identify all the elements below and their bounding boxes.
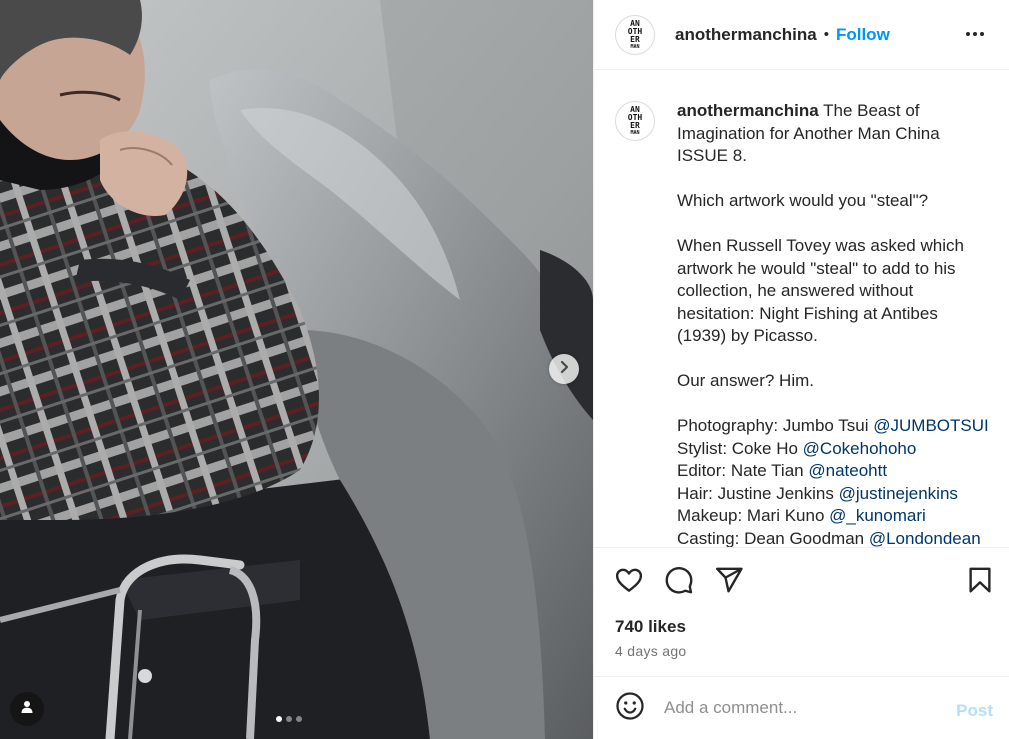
caption-first-line: anothermanchina The Beast of Imagination…: [677, 100, 990, 168]
credit-line: Makeup: Mari Kuno @_kunomari: [677, 505, 990, 528]
mention-link[interactable]: @justinejenkins: [839, 484, 958, 503]
likes-count[interactable]: 740 likes: [615, 617, 686, 637]
mention-link[interactable]: @JUMBOTSUI: [873, 416, 988, 435]
credit-line: Hair: Justine Jenkins @justinejenkins: [677, 483, 990, 506]
more-dot: [966, 32, 970, 36]
post-media[interactable]: [0, 0, 593, 739]
save-button[interactable]: [964, 566, 996, 598]
post-details-panel: AN OTH ER MAN anothermanchina • Follow A…: [593, 0, 1009, 739]
post-comment-button[interactable]: Post: [956, 701, 993, 721]
credit-role: Editor: Nate Tian: [677, 461, 804, 480]
avatar-logo-text: MAN: [630, 43, 640, 50]
carousel-next-button[interactable]: [549, 354, 579, 384]
user-icon: [20, 700, 34, 719]
bookmark-icon: [965, 565, 995, 600]
credit-line: Photography: Jumbo Tsui @JUMBOTSUI: [677, 415, 990, 438]
mention-link[interactable]: @Cokehohoho: [803, 439, 917, 458]
avatar-logo-text: ER: [630, 121, 640, 130]
carousel-dot: [286, 716, 292, 722]
more-dot: [980, 32, 984, 36]
credit-line: Casting: Dean Goodman @Londondean: [677, 528, 990, 548]
caption-line: When Russell Tovey was asked which artwo…: [677, 236, 964, 345]
caption-scroll-area[interactable]: AN OTH ER MAN anothermanchina The Beast …: [594, 71, 1009, 547]
credit-role: Photography: Jumbo Tsui: [677, 416, 869, 435]
comment-bubble-icon: [664, 565, 694, 600]
post-actions-bar: [594, 547, 1009, 613]
post-photo: [0, 0, 593, 739]
follow-button[interactable]: Follow: [836, 25, 890, 45]
like-button[interactable]: [613, 566, 645, 598]
credit-line: Stylist: Coke Ho @Cokehohoho: [677, 438, 990, 461]
avatar[interactable]: AN OTH ER MAN: [615, 14, 655, 55]
comment-bar: Post: [594, 676, 1009, 739]
header-separator: •: [823, 26, 829, 43]
carousel-indicator: [276, 716, 302, 722]
credit-line: Editor: Nate Tian @nateohtt: [677, 460, 990, 483]
credit-role: Makeup: Mari Kuno: [677, 506, 825, 525]
credit-role: Casting: Dean Goodman: [677, 528, 865, 548]
credit-role: Stylist: Coke Ho: [677, 438, 798, 458]
mention-link[interactable]: @Londondean: [869, 529, 981, 548]
mention-link[interactable]: @nateohtt: [808, 461, 887, 480]
avatar-logo-text: MAN: [630, 130, 640, 136]
heart-icon: [614, 565, 644, 600]
smiley-icon: [615, 691, 645, 726]
caption-username[interactable]: anothermanchina: [677, 101, 819, 120]
avatar-logo-text: ER: [630, 34, 640, 44]
chevron-right-icon: [557, 360, 571, 379]
caption-text: anothermanchina The Beast of Imagination…: [677, 100, 990, 547]
caption-line: Which artwork would you "steal"?: [677, 191, 929, 210]
more-options-button[interactable]: [962, 22, 988, 46]
tagged-users-button[interactable]: [10, 692, 44, 726]
share-button[interactable]: [713, 566, 745, 598]
caption-line: Our answer? Him.: [677, 371, 814, 390]
comment-input[interactable]: [664, 698, 934, 718]
paper-plane-icon: [714, 565, 744, 600]
mention-link[interactable]: @_kunomari: [829, 506, 926, 525]
credit-role: Hair: Justine Jenkins: [677, 483, 834, 503]
emoji-button[interactable]: [614, 691, 646, 726]
more-dot: [973, 32, 977, 36]
comment-button[interactable]: [663, 566, 695, 598]
header-username[interactable]: anothermanchina: [675, 25, 817, 45]
post-header: AN OTH ER MAN anothermanchina • Follow: [594, 0, 1009, 70]
carousel-dot-active: [276, 716, 282, 722]
carousel-dot: [296, 716, 302, 722]
post-timestamp[interactable]: 4 days ago: [615, 643, 687, 659]
caption-avatar[interactable]: AN OTH ER MAN: [615, 101, 655, 141]
